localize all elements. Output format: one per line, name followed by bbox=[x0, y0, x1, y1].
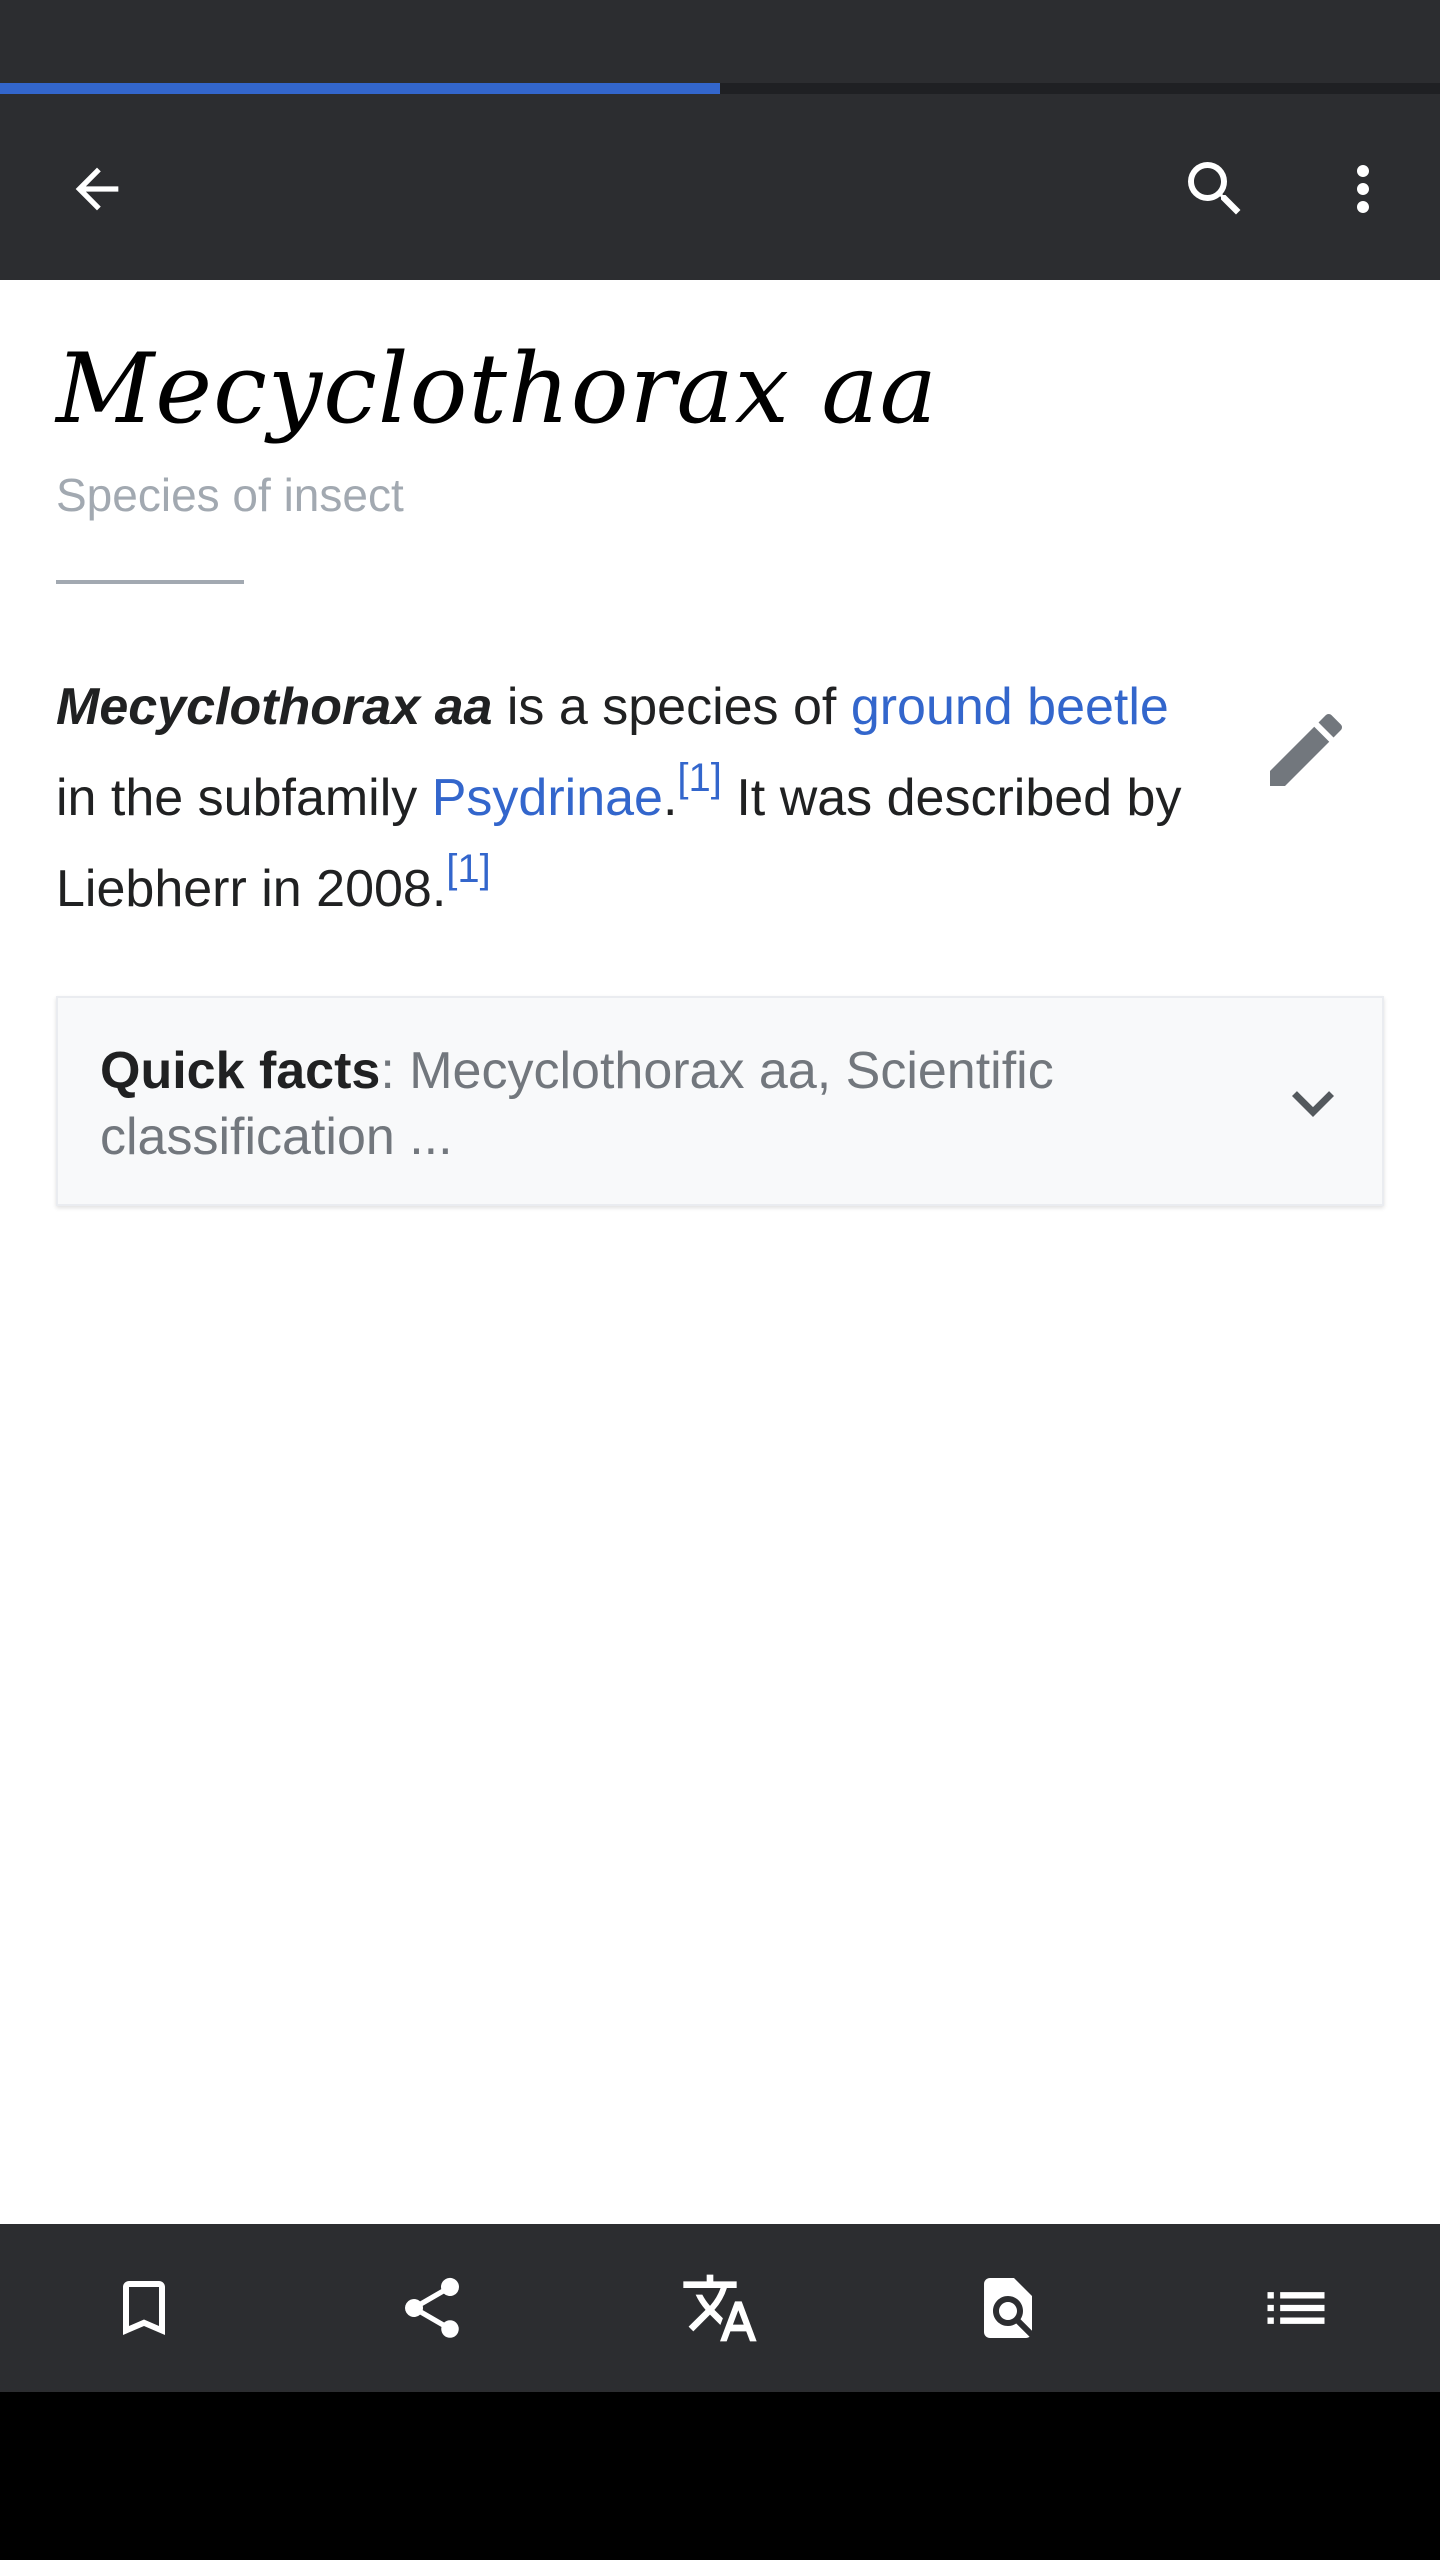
bookmark-icon bbox=[123, 2281, 165, 2335]
quick-facts-label: Quick facts bbox=[100, 1042, 381, 1100]
more-vertical-icon bbox=[1357, 165, 1369, 213]
loading-progress-fill bbox=[0, 83, 720, 94]
share-icon bbox=[405, 2277, 460, 2338]
pencil-icon bbox=[1270, 713, 1343, 786]
find-in-page-icon bbox=[984, 2278, 1032, 2338]
bottom-action-bar bbox=[0, 2224, 1440, 2392]
top-toolbar bbox=[0, 94, 1440, 280]
lead-text-3: . bbox=[662, 769, 678, 827]
quick-facts-expand[interactable] bbox=[1258, 1048, 1368, 1158]
chevron-down-icon bbox=[1292, 1091, 1334, 1117]
more-options-button[interactable] bbox=[1308, 134, 1418, 244]
search-icon bbox=[1188, 162, 1241, 215]
loading-progress-bar bbox=[0, 83, 1440, 94]
lead-paragraph: Mecyclothorax aa is a species of ground … bbox=[56, 662, 1196, 935]
status-strip bbox=[0, 0, 1440, 86]
quick-facts-text: Quick facts: Mecyclothorax aa, Scientifi… bbox=[100, 1038, 1200, 1170]
table-of-contents-button[interactable] bbox=[1236, 2248, 1356, 2368]
search-button[interactable] bbox=[1160, 134, 1270, 244]
lead-subject: Mecyclothorax aa bbox=[56, 678, 493, 736]
table-of-contents-icon bbox=[1267, 2292, 1325, 2324]
lead-text-2: in the subfamily bbox=[56, 769, 432, 827]
find-in-page-button[interactable] bbox=[948, 2248, 1068, 2368]
reference-link-2[interactable]: [1] bbox=[446, 847, 490, 891]
edit-section-button[interactable] bbox=[1246, 690, 1366, 810]
title-divider bbox=[56, 580, 244, 584]
back-button[interactable] bbox=[42, 134, 152, 244]
change-language-button[interactable] bbox=[660, 2248, 780, 2368]
page-description: Species of insect bbox=[56, 469, 404, 521]
quick-facts-panel[interactable]: Quick facts: Mecyclothorax aa, Scientifi… bbox=[56, 996, 1384, 1206]
translate-icon bbox=[683, 2274, 757, 2342]
save-bookmark-button[interactable] bbox=[84, 2248, 204, 2368]
system-navigation-bar bbox=[0, 2392, 1440, 2560]
reference-link-1[interactable]: [1] bbox=[677, 756, 721, 800]
page-title: Mecyclothorax aa bbox=[56, 333, 938, 445]
arrow-left-icon bbox=[75, 167, 119, 211]
link-psydrinae[interactable]: Psydrinae bbox=[432, 769, 663, 827]
lead-text-1: is a species of bbox=[492, 678, 851, 736]
share-button[interactable] bbox=[372, 2248, 492, 2368]
link-ground-beetle[interactable]: ground beetle bbox=[851, 678, 1169, 736]
